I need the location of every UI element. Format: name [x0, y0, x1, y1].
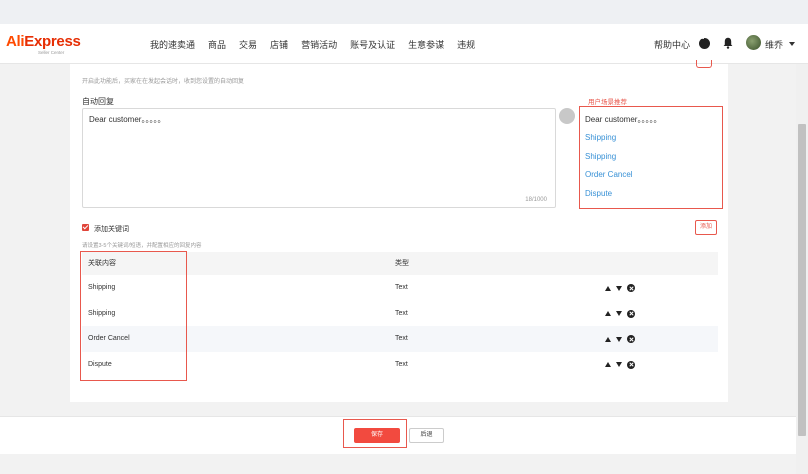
card-bottom: [70, 394, 728, 402]
row-type: Text: [395, 284, 408, 291]
keyword-hint: 请设置3-5个关键词/短语，并配置相应的回复内容: [82, 243, 202, 249]
row-actions: [605, 309, 635, 318]
row-type: Text: [395, 309, 408, 317]
emoji-icon[interactable]: [559, 108, 575, 124]
move-up-icon[interactable]: [605, 362, 611, 367]
toggle-switch-partial[interactable]: [696, 60, 712, 68]
scene-recommend-title: 用户场景推荐: [588, 99, 627, 106]
username[interactable]: 维乔: [765, 38, 783, 51]
recommend-item[interactable]: Dear customer。。。。。: [585, 114, 661, 125]
row-type: Text: [395, 335, 408, 342]
auto-reply-textarea[interactable]: Dear customer。。。。。 18/1000: [82, 108, 556, 208]
top-header: AliExpress Seller Center 我的速卖通 商品 交易 店铺 …: [0, 24, 808, 64]
auto-reply-label: 自动回复: [82, 97, 114, 106]
avatar[interactable]: [746, 35, 761, 50]
add-keyword-label: 添加关键词: [94, 226, 129, 233]
scrollbar-thumb[interactable]: [798, 124, 806, 436]
auto-reply-hint: 开启此功能后，买家在在发起会话时，收到您设置的自动回复: [82, 79, 245, 85]
recommend-item[interactable]: Shipping: [585, 133, 616, 142]
delete-icon[interactable]: [627, 360, 635, 369]
logo-text-express: Express: [24, 33, 81, 50]
move-down-icon[interactable]: [616, 285, 622, 291]
column-header-type: 类型: [395, 260, 409, 267]
nav-item-orders[interactable]: 交易: [239, 38, 257, 51]
add-keyword-button[interactable]: 添加: [695, 220, 717, 235]
recommend-item[interactable]: Shipping: [585, 152, 616, 161]
chat-icon[interactable]: [699, 36, 710, 49]
nav-item-violations[interactable]: 违规: [457, 38, 475, 51]
scene-recommend-box: Dear customer。。。。。 Shipping Shipping Ord…: [579, 106, 723, 209]
nav-item-account[interactable]: 账号及认证: [350, 38, 395, 51]
move-up-icon[interactable]: [605, 285, 611, 291]
recommend-item[interactable]: Dispute: [585, 189, 612, 198]
help-center-link[interactable]: 帮助中心: [654, 38, 690, 51]
logo-text-ali: Ali: [6, 33, 25, 50]
main-nav: 我的速卖通 商品 交易 店铺 营销活动 账号及认证 生意参谋 违规: [150, 38, 488, 51]
move-down-icon[interactable]: [616, 336, 622, 342]
row-actions: [605, 360, 635, 369]
delete-icon[interactable]: [627, 284, 635, 292]
nav-item-products[interactable]: 商品: [208, 38, 226, 51]
annotation-highlight-box: [80, 251, 187, 381]
aliexpress-logo[interactable]: AliExpress Seller Center: [6, 33, 81, 57]
bell-icon[interactable]: [723, 37, 733, 49]
row-actions: [605, 284, 635, 292]
chevron-down-icon[interactable]: [789, 42, 795, 46]
recommend-item[interactable]: Order Cancel: [585, 170, 633, 179]
row-type: Text: [395, 360, 408, 368]
back-button[interactable]: 后退: [409, 428, 444, 443]
nav-item-store[interactable]: 店铺: [270, 38, 288, 51]
header-right-tools: 帮助中心 维乔: [638, 24, 808, 64]
add-keyword-checkbox[interactable]: [82, 224, 89, 231]
browser-top-gap: [0, 0, 808, 24]
move-up-icon[interactable]: [605, 311, 611, 316]
char-counter: 18/1000: [525, 197, 547, 203]
move-up-icon[interactable]: [605, 336, 611, 342]
nav-item-business-advisor[interactable]: 生意参谋: [408, 38, 444, 51]
move-down-icon[interactable]: [616, 311, 622, 316]
textarea-value: Dear customer。。。。。: [89, 115, 166, 124]
nav-item-marketing[interactable]: 营销活动: [301, 38, 337, 51]
delete-icon[interactable]: [627, 309, 635, 318]
page-scrollbar[interactable]: [796, 64, 808, 474]
save-button[interactable]: 保存: [354, 428, 400, 443]
nav-item-my-aliexpress[interactable]: 我的速卖通: [150, 38, 195, 51]
delete-icon[interactable]: [627, 335, 635, 343]
row-actions: [605, 335, 635, 343]
move-down-icon[interactable]: [616, 362, 622, 367]
logo-subtitle: Seller Center: [38, 50, 65, 55]
